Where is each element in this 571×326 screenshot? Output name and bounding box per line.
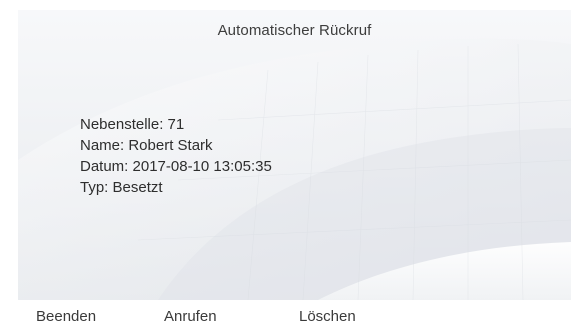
call-softkey[interactable]: Anrufen <box>164 308 217 325</box>
extension-text: Nebenstelle: 71 <box>80 116 185 133</box>
date-text: Datum: 2017-08-10 13:05:35 <box>80 158 272 175</box>
type-text: Typ: Besetzt <box>80 179 163 196</box>
name-text: Name: Robert Stark <box>80 137 213 154</box>
delete-softkey[interactable]: Löschen <box>299 308 356 325</box>
end-softkey[interactable]: Beenden <box>36 308 96 325</box>
phone-screen: Automatischer Rückruf Nebenstelle: 71 Na… <box>0 0 571 326</box>
softkey-bar: Beenden Anrufen Löschen <box>0 300 571 326</box>
display-area: Automatischer Rückruf Nebenstelle: 71 Na… <box>18 10 571 300</box>
screen-title: Automatischer Rückruf <box>217 22 372 39</box>
callback-details: Nebenstelle: 71 Name: Robert Stark Datum… <box>80 114 272 198</box>
